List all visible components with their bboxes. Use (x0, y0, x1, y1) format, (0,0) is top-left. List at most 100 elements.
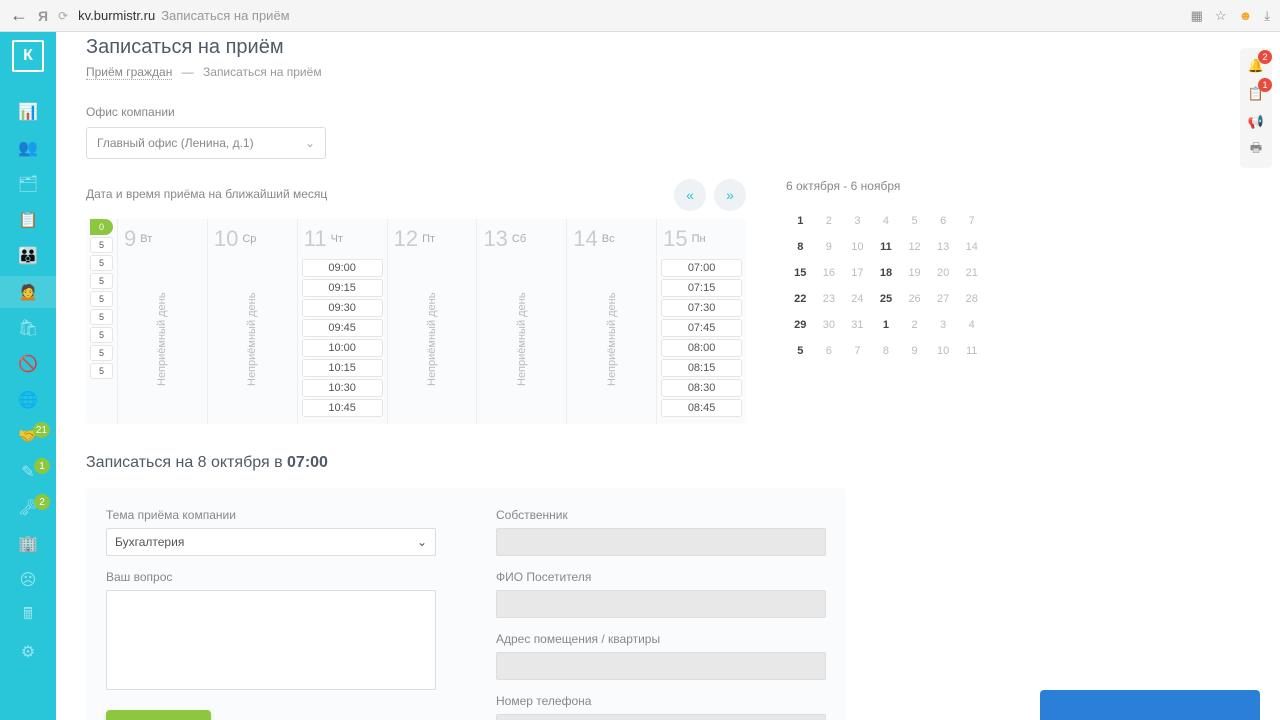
time-slot[interactable]: 09:30 (302, 299, 383, 317)
nav-face[interactable]: ☹ (0, 564, 56, 596)
nav-dashboard[interactable]: 📊 (0, 96, 56, 128)
cal-day[interactable]: 14 (957, 237, 986, 257)
time-slot[interactable]: 5 (90, 327, 113, 343)
cal-day[interactable]: 8 (786, 237, 815, 257)
cal-day[interactable]: 25 (872, 289, 901, 309)
nav-key[interactable]: 🗝2 (0, 492, 56, 524)
cal-day[interactable]: 6 (929, 211, 958, 231)
cal-day[interactable]: 9 (900, 341, 929, 361)
cal-day[interactable]: 16 (815, 263, 844, 283)
nav-group[interactable]: 👪 (0, 240, 56, 272)
cal-day[interactable]: 13 (929, 237, 958, 257)
time-slot[interactable]: 5 (90, 273, 113, 289)
time-slot[interactable]: 5 (90, 309, 113, 325)
cal-day[interactable]: 5 (900, 211, 929, 231)
cal-day[interactable]: 4 (872, 211, 901, 231)
nav-folder[interactable]: 🗂 (0, 168, 56, 200)
emoji-icon[interactable]: ☻ (1239, 8, 1253, 23)
cal-day[interactable]: 12 (900, 237, 929, 257)
question-textarea[interactable] (106, 590, 436, 690)
cal-day[interactable]: 24 (843, 289, 872, 309)
cal-day[interactable]: 18 (872, 263, 901, 283)
time-slot[interactable]: 07:00 (661, 259, 742, 277)
next-week-button[interactable]: » (714, 179, 746, 211)
cal-day[interactable]: 7 (843, 341, 872, 361)
cal-day[interactable]: 6 (815, 341, 844, 361)
nav-bag[interactable]: 🛍 (0, 312, 56, 344)
nav-reception[interactable]: 🙍 (0, 276, 56, 308)
nav-globe[interactable]: 🌐 (0, 384, 56, 416)
cal-day[interactable]: 1 (786, 211, 815, 231)
time-slot[interactable]: 5 (90, 237, 113, 253)
cal-day[interactable]: 21 (957, 263, 986, 283)
time-slot[interactable]: 5 (90, 345, 113, 361)
visitor-input[interactable] (496, 590, 826, 618)
cal-day[interactable]: 31 (843, 315, 872, 335)
cal-day[interactable]: 4 (957, 315, 986, 335)
cal-day[interactable]: 27 (929, 289, 958, 309)
cal-day[interactable]: 3 (929, 315, 958, 335)
time-slot[interactable]: 08:45 (661, 399, 742, 417)
phone-input[interactable] (496, 714, 826, 720)
time-slot[interactable]: 5 (90, 363, 113, 379)
nav-ban[interactable]: 🚫 (0, 348, 56, 380)
extension-icon[interactable]: ▦ (1191, 8, 1203, 24)
time-slot[interactable]: 08:30 (661, 379, 742, 397)
nav-edit[interactable]: ✎1 (0, 456, 56, 488)
breadcrumb-root[interactable]: Приём граждан (86, 65, 172, 80)
time-slot[interactable]: 09:45 (302, 319, 383, 337)
prev-week-button[interactable]: « (674, 179, 706, 211)
app-logo-icon[interactable]: К (12, 40, 44, 72)
url-bar[interactable]: kv.burmistr.ru Записаться на приём (78, 8, 290, 23)
yandex-logo-icon[interactable]: Я (38, 8, 48, 24)
cal-day[interactable]: 20 (929, 263, 958, 283)
cal-day[interactable]: 5 (786, 341, 815, 361)
time-slot[interactable]: 07:45 (661, 319, 742, 337)
cal-day[interactable]: 7 (957, 211, 986, 231)
nav-building[interactable]: 🏢 (0, 528, 56, 560)
cal-day[interactable]: 2 (815, 211, 844, 231)
cal-day[interactable]: 30 (815, 315, 844, 335)
office-select[interactable]: Главный офис (Ленина, д.1) ⌄ (86, 127, 326, 159)
time-slot[interactable]: 10:00 (302, 339, 383, 357)
cal-day[interactable]: 11 (957, 341, 986, 361)
cal-day[interactable]: 29 (786, 315, 815, 335)
cal-day[interactable]: 23 (815, 289, 844, 309)
nav-handshake[interactable]: 🤝21 (0, 420, 56, 452)
clipboard-icon[interactable]: 📋1 (1244, 82, 1268, 106)
bell-icon[interactable]: 🔔2 (1244, 54, 1268, 78)
nav-sliders[interactable]: ⚙ (0, 636, 56, 668)
back-icon[interactable]: ← (10, 5, 28, 26)
nav-clipboard[interactable]: 📋 (0, 204, 56, 236)
time-slot[interactable]: 10:15 (302, 359, 383, 377)
time-slot[interactable]: 07:30 (661, 299, 742, 317)
time-slot[interactable]: 10:30 (302, 379, 383, 397)
cal-day[interactable]: 28 (957, 289, 986, 309)
time-slot[interactable]: 0 (90, 219, 113, 235)
cal-day[interactable]: 10 (929, 341, 958, 361)
nav-calc[interactable]: 🖩 (0, 600, 56, 632)
cal-day[interactable]: 1 (872, 315, 901, 335)
time-slot[interactable]: 5 (90, 255, 113, 271)
cal-day[interactable]: 3 (843, 211, 872, 231)
time-slot[interactable]: 10:45 (302, 399, 383, 417)
bookmark-icon[interactable]: ☆ (1215, 8, 1227, 24)
cal-day[interactable]: 22 (786, 289, 815, 309)
address-input[interactable] (496, 652, 826, 680)
owner-input[interactable] (496, 528, 826, 556)
printer-icon[interactable]: 🖶 (1244, 138, 1268, 162)
time-slot[interactable]: 09:15 (302, 279, 383, 297)
cal-day[interactable]: 11 (872, 237, 901, 257)
cal-day[interactable]: 15 (786, 263, 815, 283)
time-slot[interactable]: 08:00 (661, 339, 742, 357)
time-slot[interactable]: 08:15 (661, 359, 742, 377)
submit-button[interactable]: Записаться (106, 710, 211, 720)
bottom-widget[interactable] (1040, 690, 1260, 720)
megaphone-icon[interactable]: 📢 (1244, 110, 1268, 134)
cal-day[interactable]: 17 (843, 263, 872, 283)
download-icon[interactable]: ⤓ (1264, 8, 1270, 24)
cal-day[interactable]: 19 (900, 263, 929, 283)
cal-day[interactable]: 2 (900, 315, 929, 335)
cal-day[interactable]: 26 (900, 289, 929, 309)
cal-day[interactable]: 8 (872, 341, 901, 361)
